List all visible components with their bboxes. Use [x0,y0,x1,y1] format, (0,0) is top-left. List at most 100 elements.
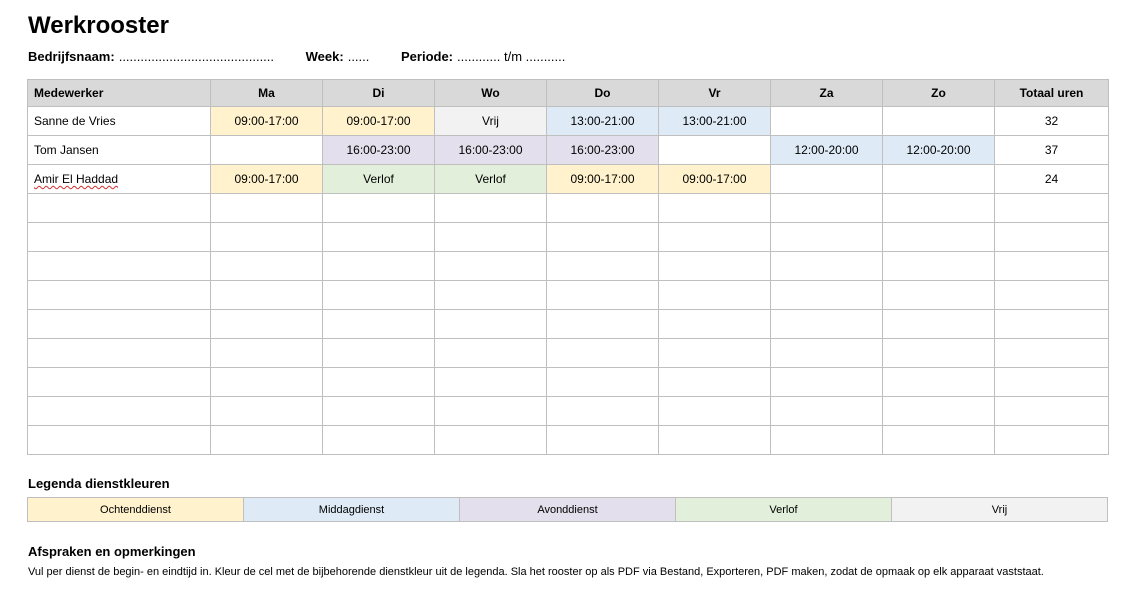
shift-cell[interactable]: Verlof [434,164,547,194]
empty-cell[interactable] [546,222,659,252]
empty-cell[interactable] [770,338,883,368]
empty-cell[interactable] [994,396,1109,426]
empty-cell[interactable] [770,251,883,281]
empty-cell[interactable] [210,222,323,252]
empty-cell[interactable] [994,425,1109,455]
empty-cell[interactable] [322,222,435,252]
empty-cell[interactable] [210,251,323,281]
empty-cell[interactable] [434,222,547,252]
empty-cell[interactable] [322,280,435,310]
shift-cell[interactable] [882,106,995,136]
empty-cell[interactable] [27,367,211,397]
empty-cell[interactable] [882,309,995,339]
empty-cell[interactable] [546,193,659,223]
empty-cell[interactable] [770,309,883,339]
period-value[interactable]: ............ t/m ........... [457,49,565,64]
empty-cell[interactable] [434,425,547,455]
empty-cell[interactable] [210,309,323,339]
shift-cell[interactable]: 13:00-21:00 [546,106,659,136]
empty-cell[interactable] [322,396,435,426]
empty-cell[interactable] [882,222,995,252]
shift-cell[interactable] [770,164,883,194]
empty-cell[interactable] [994,193,1109,223]
empty-cell[interactable] [882,280,995,310]
empty-cell[interactable] [27,251,211,281]
empty-cell[interactable] [658,251,771,281]
shift-cell[interactable]: 09:00-17:00 [658,164,771,194]
empty-cell[interactable] [322,367,435,397]
empty-cell[interactable] [882,193,995,223]
shift-cell[interactable]: 12:00-20:00 [882,135,995,165]
empty-cell[interactable] [546,251,659,281]
empty-cell[interactable] [322,309,435,339]
empty-cell[interactable] [658,367,771,397]
empty-cell[interactable] [434,280,547,310]
shift-cell[interactable]: 09:00-17:00 [322,106,435,136]
total-hours-cell[interactable]: 24 [994,164,1109,194]
shift-cell[interactable] [210,135,323,165]
empty-cell[interactable] [210,338,323,368]
shift-cell[interactable] [770,106,883,136]
empty-cell[interactable] [210,280,323,310]
empty-cell[interactable] [994,251,1109,281]
empty-cell[interactable] [434,193,547,223]
empty-cell[interactable] [322,425,435,455]
employee-name-cell[interactable]: Tom Jansen [27,135,211,165]
empty-cell[interactable] [546,425,659,455]
empty-cell[interactable] [770,396,883,426]
empty-cell[interactable] [546,280,659,310]
shift-cell[interactable]: Vrij [434,106,547,136]
shift-cell[interactable]: 09:00-17:00 [210,106,323,136]
empty-cell[interactable] [434,396,547,426]
shift-cell[interactable]: 09:00-17:00 [546,164,659,194]
total-hours-cell[interactable]: 32 [994,106,1109,136]
empty-cell[interactable] [882,396,995,426]
empty-cell[interactable] [322,251,435,281]
empty-cell[interactable] [27,280,211,310]
total-hours-cell[interactable]: 37 [994,135,1109,165]
empty-cell[interactable] [27,396,211,426]
shift-cell[interactable]: 09:00-17:00 [210,164,323,194]
empty-cell[interactable] [658,338,771,368]
empty-cell[interactable] [546,338,659,368]
shift-cell[interactable] [658,135,771,165]
shift-cell[interactable]: 13:00-21:00 [658,106,771,136]
empty-cell[interactable] [882,425,995,455]
empty-cell[interactable] [210,367,323,397]
empty-cell[interactable] [658,193,771,223]
empty-cell[interactable] [770,193,883,223]
employee-name-cell[interactable]: Sanne de Vries [27,106,211,136]
empty-cell[interactable] [434,338,547,368]
empty-cell[interactable] [546,396,659,426]
empty-cell[interactable] [658,309,771,339]
empty-cell[interactable] [994,222,1109,252]
empty-cell[interactable] [658,425,771,455]
shift-cell[interactable]: 16:00-23:00 [434,135,547,165]
empty-cell[interactable] [546,309,659,339]
empty-cell[interactable] [770,222,883,252]
empty-cell[interactable] [322,338,435,368]
empty-cell[interactable] [770,280,883,310]
empty-cell[interactable] [546,367,659,397]
empty-cell[interactable] [658,396,771,426]
shift-cell[interactable] [882,164,995,194]
shift-cell[interactable]: Verlof [322,164,435,194]
empty-cell[interactable] [27,222,211,252]
empty-cell[interactable] [658,280,771,310]
empty-cell[interactable] [882,251,995,281]
shift-cell[interactable]: 16:00-23:00 [546,135,659,165]
empty-cell[interactable] [434,309,547,339]
empty-cell[interactable] [994,338,1109,368]
empty-cell[interactable] [210,396,323,426]
empty-cell[interactable] [770,425,883,455]
empty-cell[interactable] [658,222,771,252]
empty-cell[interactable] [210,425,323,455]
empty-cell[interactable] [27,338,211,368]
empty-cell[interactable] [994,309,1109,339]
empty-cell[interactable] [770,367,883,397]
company-value[interactable]: ........................................… [119,49,274,64]
empty-cell[interactable] [322,193,435,223]
empty-cell[interactable] [27,425,211,455]
empty-cell[interactable] [27,193,211,223]
shift-cell[interactable]: 12:00-20:00 [770,135,883,165]
